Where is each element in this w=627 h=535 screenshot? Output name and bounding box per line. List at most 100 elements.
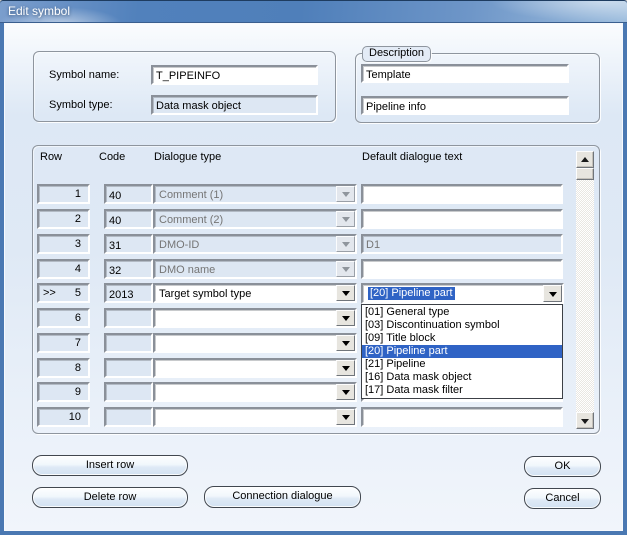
row-number-box: 3 [37, 234, 90, 254]
table-row: 1 40 Comment (1) [0, 184, 627, 205]
combo-dropdown-button [336, 186, 355, 202]
dialogue-type-combo[interactable] [153, 382, 357, 402]
chevron-down-icon [341, 415, 350, 424]
scroll-up-button[interactable] [576, 151, 594, 168]
row-number: 5 [74, 287, 81, 299]
edit-symbol-dialog: Edit symbol Symbol name: T_PIPEINFO Symb… [0, 0, 627, 535]
combo-dropdown-button [336, 261, 355, 277]
symbol-name-label: Symbol name: [49, 69, 120, 81]
scroll-down-button[interactable] [576, 412, 594, 429]
header-default-text: Default dialogue text [362, 151, 463, 163]
ok-button[interactable]: OK [524, 456, 601, 477]
combo-dropdown-button [336, 211, 355, 227]
chevron-down-icon [341, 341, 350, 350]
table-scrollbar[interactable] [576, 151, 594, 429]
chevron-down-icon [341, 390, 350, 399]
table-row: 3 31 DMO-ID D1 [0, 234, 627, 255]
code-box: 40 [104, 184, 153, 204]
combo-dropdown-button[interactable] [543, 285, 562, 302]
combo-dropdown-button[interactable] [336, 409, 355, 425]
default-text-input: D1 [361, 234, 563, 254]
row-number-box: 9 [37, 382, 90, 402]
description-line2-input[interactable]: Pipeline info [361, 96, 569, 115]
code-box: 32 [104, 259, 153, 279]
symbol-type-field: Data mask object [151, 95, 318, 115]
dropdown-item[interactable]: [16] Data mask object [362, 371, 562, 384]
dropdown-item[interactable]: [03] Discontinuation symbol [362, 319, 562, 332]
dropdown-list: [01] General type [03] Discontinuation s… [361, 304, 563, 399]
combo-dropdown-button [336, 236, 355, 252]
row-number-box: 2 [37, 209, 90, 229]
arrow-up-icon [581, 153, 589, 162]
code-box: 40 [104, 209, 153, 229]
row-number: 6 [74, 312, 81, 324]
chevron-down-icon [341, 192, 350, 201]
combo-dropdown-button[interactable] [336, 285, 355, 301]
chevron-down-icon [548, 291, 557, 301]
dropdown-item[interactable]: [17] Data mask filter [362, 384, 562, 397]
row-number: 3 [74, 238, 81, 250]
dialogue-type-combo[interactable]: Target symbol type [153, 283, 357, 303]
symbol-name-input[interactable]: T_PIPEINFO [151, 65, 318, 85]
dialogue-type-combo[interactable] [153, 407, 357, 427]
titlebar[interactable]: Edit symbol [0, 1, 627, 23]
row-number: 10 [68, 411, 81, 423]
connection-dialogue-button[interactable]: Connection dialogue [204, 486, 361, 508]
row-number: 8 [74, 362, 81, 374]
dialogue-type-combo[interactable] [153, 358, 357, 378]
default-text-input[interactable] [361, 259, 563, 279]
dialogue-type-combo: Comment (2) [153, 209, 357, 229]
chevron-down-icon [341, 217, 350, 226]
combo-dropdown-button[interactable] [336, 310, 355, 326]
combo-dropdown-button[interactable] [336, 335, 355, 351]
code-box [104, 308, 153, 328]
code-box: 2013 [104, 283, 153, 303]
row-number-box: 10 [37, 407, 90, 427]
dropdown-item-selected[interactable]: [20] Pipeline part [362, 345, 562, 358]
row-number: 1 [74, 188, 81, 200]
current-row-marker: >> [43, 287, 56, 299]
default-text-input[interactable] [361, 407, 563, 427]
default-text-combo[interactable]: [20] Pipeline part [361, 283, 564, 304]
description-group: Description Template Pipeline info [355, 46, 600, 123]
symbol-type-label: Symbol type: [49, 99, 113, 111]
header-dialogue-type: Dialogue type [154, 151, 222, 163]
description-group-label: Description [362, 46, 432, 62]
row-number: 7 [74, 337, 81, 349]
chevron-down-icon [341, 267, 350, 276]
dropdown-item[interactable]: [21] Pipeline [362, 358, 562, 371]
row-number: 9 [74, 386, 81, 398]
cancel-button[interactable]: Cancel [524, 488, 601, 509]
row-number-box: 7 [37, 333, 90, 353]
scroll-thumb[interactable] [576, 168, 594, 180]
table-row-current: >> 5 2013 Target symbol type [20] Pipelin… [0, 283, 627, 304]
delete-row-button[interactable]: Delete row [32, 487, 188, 508]
chevron-down-icon [341, 242, 350, 251]
dropdown-item[interactable]: [01] General type [362, 306, 562, 319]
window-title: Edit symbol [8, 4, 71, 18]
chevron-down-icon [341, 291, 350, 300]
combo-selected-value: [20] Pipeline part [368, 287, 455, 300]
code-box [104, 358, 153, 378]
dialogue-type-combo[interactable] [153, 333, 357, 353]
chevron-down-icon [341, 316, 350, 325]
combo-dropdown-button[interactable] [336, 360, 355, 376]
dropdown-item[interactable]: [09] Title block [362, 332, 562, 345]
insert-row-button[interactable]: Insert row [32, 455, 188, 476]
table-row: 2 40 Comment (2) [0, 209, 627, 230]
default-text-input[interactable] [361, 184, 563, 204]
row-number: 4 [74, 263, 81, 275]
table-row: 10 [0, 407, 627, 428]
combo-dropdown-button[interactable] [336, 384, 355, 400]
description-line1-input[interactable]: Template [361, 64, 569, 83]
dialogue-type-combo: Comment (1) [153, 184, 357, 204]
default-text-input[interactable] [361, 209, 563, 229]
dialogue-type-combo[interactable] [153, 308, 357, 328]
row-number-box: 4 [37, 259, 90, 279]
code-box: 31 [104, 234, 153, 254]
row-number: 2 [74, 213, 81, 225]
code-box [104, 382, 153, 402]
symbol-group: Symbol name: T_PIPEINFO Symbol type: Dat… [33, 51, 336, 122]
arrow-down-icon [581, 418, 589, 428]
chevron-down-icon [341, 366, 350, 375]
